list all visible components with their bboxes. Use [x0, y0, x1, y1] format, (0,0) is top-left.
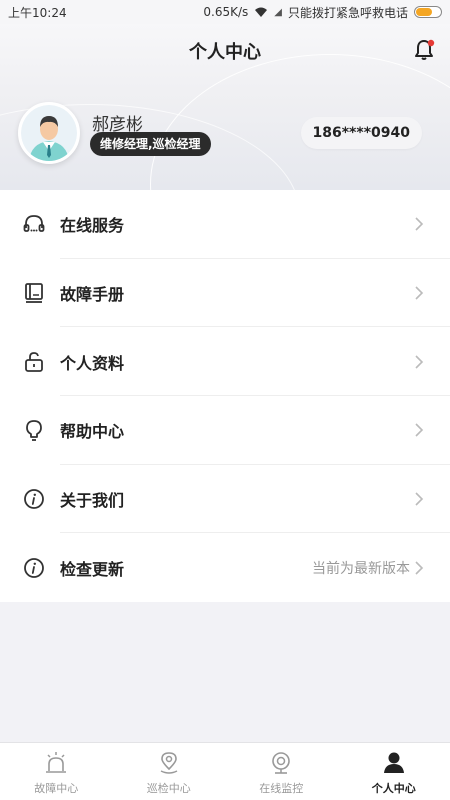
tab-fault-center[interactable]: 故障中心 [0, 743, 113, 800]
signal-icon: ◢ [274, 6, 282, 18]
phone-number: 186****0940 [300, 117, 422, 149]
version-status: 当前为最新版本 [312, 560, 410, 577]
menu-item-check-update[interactable]: 检查更新 当前为最新版本 [0, 533, 450, 602]
location-pin-icon [160, 752, 178, 774]
chevron-right-icon [415, 217, 424, 231]
avatar[interactable] [18, 102, 80, 164]
menu-item-label: 在线服务 [60, 216, 125, 236]
status-right: 0.65K/s ◢ 只能拨打紧急呼救电话 [203, 4, 442, 21]
menu-item-label: 关于我们 [60, 490, 125, 510]
chevron-right-icon [415, 423, 424, 437]
profile-header: 个人中心 郝彦彬 维修经理,巡检经理 186****0940 [0, 24, 450, 190]
info-icon [24, 489, 44, 509]
bell-icon[interactable] [412, 38, 436, 62]
person-icon [383, 752, 404, 773]
headset-icon [23, 215, 45, 233]
status-time: 上午10:24 [8, 5, 67, 20]
page-title: 个人中心 [189, 42, 261, 63]
menu-item-help-center[interactable]: 帮助中心 [0, 396, 450, 465]
tab-label: 个人中心 [371, 782, 416, 795]
emergency-text: 只能拨打紧急呼救电话 [287, 5, 408, 20]
tab-label: 巡检中心 [146, 782, 191, 795]
menu-item-fault-manual[interactable]: 故障手册 [0, 259, 450, 328]
menu-item-label: 故障手册 [60, 284, 125, 304]
chevron-right-icon [415, 355, 424, 369]
bottom-tab-bar: 故障中心 巡检中心 在线监控 个人中心 [0, 742, 450, 800]
menu-item-label: 检查更新 [60, 559, 125, 579]
chevron-right-icon [415, 492, 424, 506]
status-bar: 上午10:24 0.65K/s ◢ 只能拨打紧急呼救电话 [0, 0, 450, 24]
menu-item-online-service[interactable]: 在线服务 [0, 190, 450, 259]
network-speed: 0.65K/s [203, 5, 249, 19]
tab-personal-center[interactable]: 个人中心 [338, 743, 450, 800]
battery-icon [414, 6, 442, 18]
book-icon [25, 283, 43, 303]
lock-icon [25, 351, 43, 372]
alarm-icon [46, 752, 67, 773]
menu-list: 在线服务 故障手册 个人资料 帮助中心 关于我们 检查更新 当前为最新版本 [0, 190, 450, 602]
camera-icon [272, 752, 291, 774]
tab-inspection-center[interactable]: 巡检中心 [113, 743, 226, 800]
tab-label: 在线监控 [259, 782, 304, 795]
info-icon [24, 557, 44, 578]
menu-item-about-us[interactable]: 关于我们 [0, 465, 450, 534]
tab-label: 故障中心 [34, 782, 79, 795]
tab-online-monitoring[interactable]: 在线监控 [225, 743, 338, 800]
lightbulb-icon [26, 420, 42, 442]
chevron-right-icon [415, 561, 424, 575]
menu-item-label: 帮助中心 [60, 422, 125, 442]
chevron-right-icon [415, 286, 424, 300]
menu-item-label: 个人资料 [60, 353, 125, 373]
role-badge: 维修经理,巡检经理 [90, 132, 211, 156]
menu-item-personal-info[interactable]: 个人资料 [0, 327, 450, 396]
wifi-icon [255, 7, 268, 17]
